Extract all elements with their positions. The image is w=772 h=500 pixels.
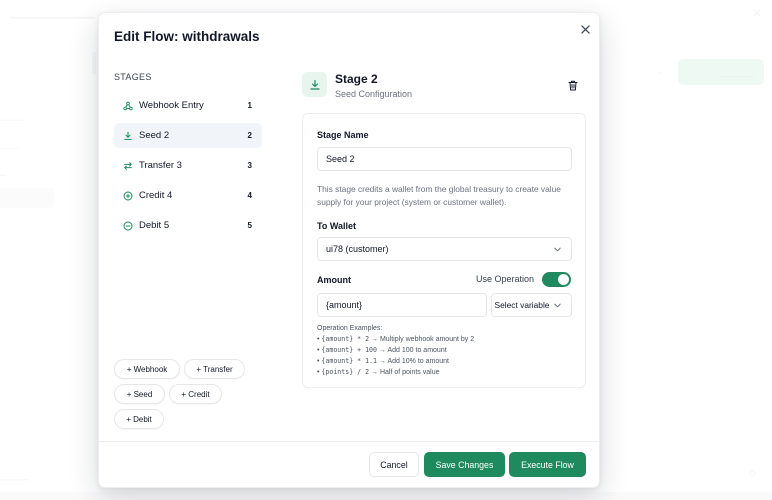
webhook-icon <box>123 101 133 111</box>
stage-name-label: Stage Name <box>317 130 369 140</box>
download-icon <box>123 131 133 141</box>
modal-title: Edit Flow: withdrawals <box>114 29 260 44</box>
to-wallet-select[interactable]: ui78 (customer) <box>317 237 572 261</box>
example-code: {amount} * 2 <box>321 335 370 343</box>
add-seed-button[interactable]: + Seed <box>114 384 165 404</box>
example-text: → Half of points value <box>371 369 440 376</box>
amount-label: Amount <box>317 275 351 285</box>
example-text: → Multiply webhook amount by 2 <box>371 336 475 343</box>
footer-divider <box>99 441 599 442</box>
chevron-down-icon <box>554 303 561 308</box>
example-line: • {points} / 2 → Half of points value <box>317 368 440 376</box>
to-wallet-value: ui78 (customer) <box>326 244 389 254</box>
toggle-knob <box>558 274 569 285</box>
add-credit-button[interactable]: + Credit <box>169 384 222 404</box>
download-icon <box>302 72 327 97</box>
close-icon[interactable] <box>577 21 593 37</box>
edit-flow-modal: Edit Flow: withdrawals STAGES Webhook En… <box>98 12 600 488</box>
stage-label: Debit 5 <box>139 220 170 231</box>
example-code: {points} / 2 <box>321 368 370 376</box>
select-variable-label: Select variable <box>494 300 550 310</box>
add-webhook-button[interactable]: + Webhook <box>114 359 180 379</box>
transfer-icon <box>123 161 133 171</box>
stage-description: This stage credits a wallet from the glo… <box>317 184 561 207</box>
stage-number: 5 <box>247 221 252 230</box>
stage-item-debit-5[interactable]: Debit 5 5 <box>114 213 262 238</box>
stage-number: 4 <box>247 191 252 200</box>
operation-examples: Operation Examples: • {amount} * 2 → Mul… <box>317 324 474 378</box>
example-text: → Add 100 to amount <box>378 347 447 354</box>
examples-heading: Operation Examples: <box>317 325 383 332</box>
stages-heading: STAGES <box>114 72 152 82</box>
stage-label: Transfer 3 <box>139 160 182 171</box>
stage-name-input[interactable]: Seed 2 <box>317 147 572 171</box>
execute-flow-button[interactable]: Execute Flow <box>509 452 586 477</box>
seed-configuration-card: Stage Name Seed 2 This stage credits a w… <box>302 113 586 388</box>
stage-number: 3 <box>247 161 252 170</box>
example-code: {amount} * 1.1 <box>321 357 377 365</box>
example-code: {amount} + 100 <box>321 346 377 354</box>
cancel-button[interactable]: Cancel <box>369 452 419 477</box>
stage-number: 2 <box>247 131 252 140</box>
stage-label: Seed 2 <box>139 130 170 141</box>
trash-icon[interactable] <box>566 78 580 92</box>
example-line: • {amount} + 100 → Add 100 to amount <box>317 346 447 354</box>
stage-item-credit-4[interactable]: Credit 4 4 <box>114 183 262 208</box>
stage-number: 1 <box>247 101 252 110</box>
example-line: • {amount} * 1.1 → Add 10% to amount <box>317 357 449 365</box>
to-wallet-label: To Wallet <box>317 221 356 231</box>
add-transfer-button[interactable]: + Transfer <box>184 359 245 379</box>
example-text: → Add 10% to amount <box>378 358 449 365</box>
stage-label: Webhook Entry <box>139 100 204 111</box>
minus-circle-icon <box>123 220 133 231</box>
stage-detail-title: Stage 2 <box>335 72 378 86</box>
stage-item-seed-2[interactable]: Seed 2 2 <box>114 123 262 148</box>
stage-item-transfer-3[interactable]: Transfer 3 3 <box>114 153 262 178</box>
stage-detail-subtitle: Seed Configuration <box>335 89 413 99</box>
example-line: • {amount} * 2 → Multiply webhook amount… <box>317 335 475 343</box>
stage-label: Credit 4 <box>139 190 173 201</box>
stage-item-webhook-entry[interactable]: Webhook Entry 1 <box>114 93 262 118</box>
use-operation-label: Use Operation <box>476 274 535 284</box>
use-operation-toggle[interactable] <box>542 272 571 287</box>
stage-list: Webhook Entry 1 Seed 2 2 Transfer 3 3 Cr… <box>114 93 262 243</box>
chevron-down-icon <box>554 247 561 252</box>
plus-circle-icon <box>123 190 133 201</box>
amount-input[interactable]: {amount} <box>317 293 487 317</box>
add-debit-button[interactable]: + Debit <box>114 409 164 429</box>
save-changes-button[interactable]: Save Changes <box>424 452 505 477</box>
select-variable-dropdown[interactable]: Select variable <box>491 293 572 317</box>
